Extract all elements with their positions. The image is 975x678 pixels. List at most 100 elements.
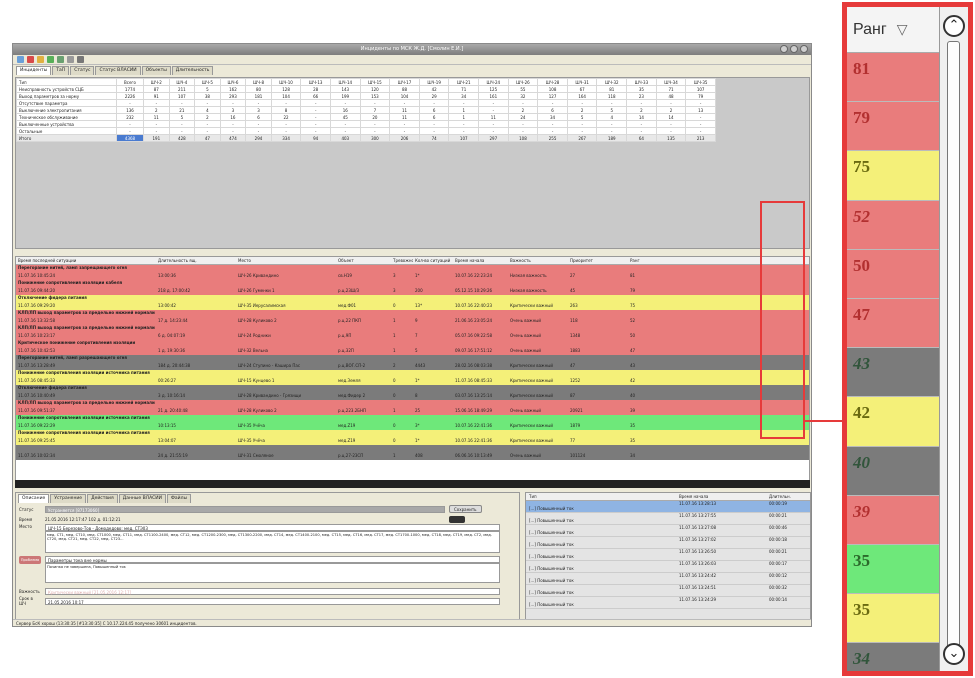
summary-cell: - (566, 127, 598, 135)
incident-column-header[interactable]: Важность (508, 257, 568, 264)
incident-column-header[interactable]: Время начала (453, 257, 508, 264)
minimize-button[interactable] (780, 45, 788, 53)
scroll-thumb[interactable] (947, 41, 960, 656)
rank-cell[interactable]: 50 (847, 249, 939, 299)
summary-cell: Выход параметров за норму (16, 92, 117, 100)
incident-cell: р.ц.ВОГ.СП-2 (338, 363, 366, 368)
incident-column-header[interactable]: Кол-во ситуаций (413, 257, 453, 264)
event-row[interactable]: [...] Повышенный ток 11.07.16 13:27:02 00:… (526, 537, 810, 549)
incident-row[interactable]: 11.07.16 09:22:29 10:13:15 ШЧ-35 Учёча мед.… (16, 421, 809, 430)
summary-row[interactable]: Выключенные устройства - - - - - - - - - - - - - - - - - -… (16, 120, 716, 128)
incident-row[interactable]: 11.07.16 09:29:20 13:00:42 ШЧ-35 Иерусалим… (16, 301, 809, 310)
tab-3[interactable]: Статус ВЛАСИИ (95, 66, 141, 75)
detail-tab-4[interactable]: Файлы (167, 494, 192, 503)
event-row[interactable]: [...] Повышенный ток 11.07.16 13:27:08 00:… (526, 525, 810, 537)
tab-5[interactable]: Длительность (171, 66, 214, 75)
incident-column-header[interactable]: Приоритет (568, 257, 628, 264)
importance-field[interactable]: Критически важный [21.05.2016 12:17] (45, 587, 500, 595)
summary-row[interactable]: Выключение электропитания 136 2 21 4 3 3 8-16 7 1… (16, 106, 716, 114)
save-button[interactable]: Сохранить (449, 505, 482, 513)
incident-row[interactable]: 11.07.16 09:51:37 21 д. 20:40:48 ШЧ-28 Кул… (16, 406, 809, 415)
scroll-up-icon[interactable]: ⌃ (943, 15, 965, 37)
rank-cell[interactable]: 40 (847, 446, 939, 496)
timer-button[interactable] (449, 515, 465, 523)
tab-0[interactable]: Инциденты (16, 66, 52, 75)
summary-row[interactable]: Остальные - - - - - - - - - - - - - - - - - - - - - (16, 127, 716, 135)
rank-cell[interactable]: 35 (847, 594, 939, 644)
filter-icon[interactable] (37, 56, 44, 63)
incident-row[interactable]: 11.07.16 09:44:20 218 д. 17:00:42 ШЧ-26 Гу… (16, 286, 809, 295)
tab-4[interactable]: Объекты (141, 66, 171, 75)
incident-row[interactable]: 11.07.16 08:45:33 00:26:27 ШЧ-15 Кунцево 1… (16, 376, 809, 385)
incident-row[interactable]: 11.07.16 13:28:49 184 д. 20:44:38 ШЧ-24 Ст… (16, 361, 809, 370)
problem-field[interactable]: Параметры тока вне нормы (45, 556, 500, 563)
incident-row[interactable]: 11.07.16 10:42:53 1 д. 19:30:36 ШЧ-32 Вель… (16, 346, 809, 355)
highlight-connector (805, 420, 842, 422)
settings-icon[interactable] (77, 56, 84, 63)
incident-cell: 11.07.16 10:02:34 (18, 453, 56, 458)
rank-cell[interactable]: 42 (847, 397, 939, 447)
detail-tab-3[interactable]: Данные ВЛАСИИ (118, 494, 167, 503)
rank-header[interactable]: Ранг ▽ (847, 7, 939, 53)
summary-cell: - (115, 120, 145, 128)
incident-column-header[interactable]: Ранг (628, 257, 673, 264)
status-field[interactable]: Устраняется [87173060] (45, 505, 445, 513)
chart-icon[interactable] (47, 56, 54, 63)
print-icon[interactable] (67, 56, 74, 63)
scroll-down-icon[interactable]: ⌄ (943, 643, 965, 665)
incident-row[interactable]: 11.07.16 10:02:34 24 д. 21:55:19 ШЧ-31 Смо… (16, 451, 809, 460)
flag-icon[interactable] (27, 56, 34, 63)
rank-vertical-scrollbar[interactable]: ⌃ ⌄ (939, 7, 968, 671)
rank-cell[interactable]: 52 (847, 200, 939, 250)
filter-icon[interactable]: ▽ (897, 22, 908, 38)
detail-tab-0[interactable]: Описание (18, 494, 50, 503)
refresh-icon[interactable] (17, 56, 24, 63)
incident-column-header[interactable]: Тревожность (391, 257, 413, 264)
incident-column-header[interactable]: Время последней ситуации (16, 257, 156, 264)
tab-2[interactable]: Статус (70, 66, 95, 75)
incident-column-header[interactable]: Место (236, 257, 336, 264)
summary-row[interactable]: Неисправность устройств СЦБ 1774 87 211 5 162… (16, 85, 716, 93)
maximize-button[interactable] (790, 45, 798, 53)
summary-row[interactable]: Выход параметров за норму 2226 91 107 38 293 1… (16, 92, 716, 100)
event-cell: [...] Повышенный ток (529, 506, 574, 511)
deadline-field[interactable]: 21.05.2016 10:17 (45, 597, 500, 605)
rank-cell[interactable]: 43 (847, 348, 939, 398)
event-row[interactable]: [...] Повышенный ток 11.07.16 13:24:29 00:… (526, 597, 810, 609)
rank-cell[interactable]: 47 (847, 298, 939, 349)
tab-1[interactable]: ТаП (52, 66, 70, 75)
problem-button[interactable]: Проблема (19, 556, 41, 564)
event-row[interactable]: [...] Повышенный ток 11.07.16 13:28:13 00:… (526, 501, 810, 513)
event-row[interactable]: [...] Повышенный ток 11.07.16 13:27:55 00:… (526, 513, 810, 525)
rank-cell[interactable]: 75 (847, 151, 939, 201)
incident-row[interactable]: 11.07.16 10:45:24 13:00:36 ШЧ-26 Кривандин… (16, 271, 809, 280)
rank-cell[interactable]: 79 (847, 102, 939, 152)
rank-cell[interactable]: 39 (847, 495, 939, 545)
summary-cell: - (389, 99, 420, 107)
incident-column-header[interactable]: Объект (336, 257, 391, 264)
close-button[interactable] (800, 45, 808, 53)
detail-tab-2[interactable]: Действия (87, 494, 118, 503)
incident-horizontal-scrollbar[interactable] (15, 480, 810, 488)
incident-row[interactable]: 11.07.16 10:40:49 3 д. 10:16:14 ШЧ-28 Крив… (16, 391, 809, 400)
event-row[interactable]: [...] Повышенный ток 11.07.16 13:26:50 00:… (526, 549, 810, 561)
event-row[interactable]: [...] Повышенный ток 11.07.16 13:24:42 00:… (526, 573, 810, 585)
rank-cell[interactable]: 34 (847, 643, 939, 671)
incident-cells: 11.07.16 13:32:58 17 д. 14:23:44 ШЧ-28 Кул… (16, 316, 809, 325)
detail-tab-1[interactable]: Устранение (50, 494, 87, 503)
rank-cell[interactable]: 81 (847, 53, 939, 103)
summary-row[interactable]: Отсутствие параметра - - - - - - - - - - - - - - - - - - - -… (16, 99, 716, 107)
place-field[interactable]: ШЧ-15 Березово-Тов - Домодедово: мед. СТ… (45, 524, 500, 531)
events-column-header[interactable]: Длительн. (766, 493, 806, 500)
incident-column-header[interactable]: Длительность ящ. (156, 257, 236, 264)
incident-row[interactable]: 11.07.16 10:23:17 6 д. 04:07:19 ШЧ-24 Родн… (16, 331, 809, 340)
incident-row[interactable]: 11.07.16 09:25:45 13:04:07 ШЧ-35 Учёча мед.… (16, 436, 809, 445)
table-icon[interactable] (57, 56, 64, 63)
incident-row[interactable]: 11.07.16 13:32:58 17 д. 14:23:44 ШЧ-28 Кул… (16, 316, 809, 325)
summary-row[interactable]: Техническое обслуживание 232 11 5 2 16 6 22-45 2… (16, 113, 716, 121)
event-row[interactable]: [...] Повышенный ток 11.07.16 13:26:03 00:… (526, 561, 810, 573)
event-row[interactable]: [...] Повышенный ток 11.07.16 13:24:51 00:… (526, 585, 810, 597)
events-column-header[interactable]: Тип (526, 493, 676, 500)
rank-cell[interactable]: 35 (847, 544, 939, 595)
events-column-header[interactable]: Время начала (676, 493, 766, 500)
